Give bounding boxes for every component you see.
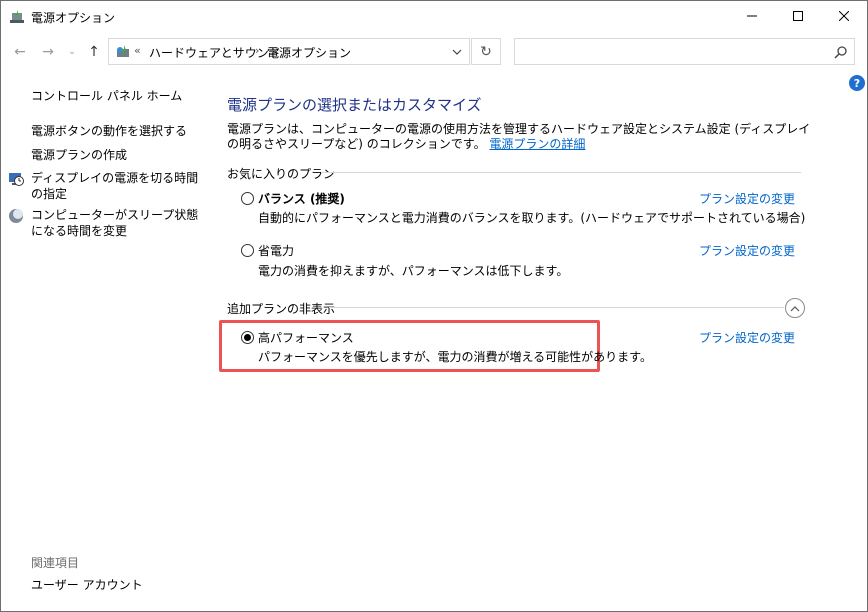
related-heading: 関連項目 [31,556,80,570]
breadcrumb-power-options[interactable]: 電源オプション [267,44,351,61]
up-button[interactable]: ↑ [84,42,104,62]
change-plan-settings-balanced[interactable]: プラン設定の変更 [699,190,795,207]
plan-radio-balanced[interactable] [241,192,254,205]
sidebar-item-power-button-action[interactable]: 電源ボタンの動作を選択する [31,123,187,139]
minimize-button[interactable] [729,1,775,32]
breadcrumb-separator[interactable]: › [255,44,259,57]
plan-desc-power-saver: 電力の消費を抑えますが、パフォーマンスは低下します。 [258,264,569,278]
sidebar-control-panel-home[interactable]: コントロール パネル ホーム [31,88,182,104]
window-title: 電源オプション [31,11,116,25]
forward-button[interactable]: → [38,42,58,62]
power-options-window: 電源オプション ← → ⌄ ↑ « ハードウェアとサウンド › 電源オプション … [0,0,868,612]
divider [321,172,801,173]
plan-radio-high-performance[interactable] [241,331,254,344]
plan-name-balanced[interactable]: バランス (推奨) [258,190,345,207]
chevron-up-icon [790,301,800,315]
display-clock-icon [8,171,24,187]
sidebar-item-create-power-plan[interactable]: 電源プランの作成 [31,147,127,163]
sleep-moon-icon [8,208,24,224]
maximize-button[interactable] [775,1,821,32]
refresh-icon: ↻ [480,43,492,60]
plan-desc-balanced: 自動的にパフォーマンスと電力消費のバランスを取ります。(ハードウェアでサポートさ… [258,211,806,225]
power-options-icon [9,9,25,25]
plan-name-power-saver[interactable]: 省電力 [258,242,294,259]
change-plan-settings-power-saver[interactable]: プラン設定の変更 [699,242,795,259]
arrow-up-icon: ↑ [88,44,100,60]
arrow-left-icon: ← [14,44,26,60]
chevron-down-icon: ⌄ [68,47,76,57]
control-panel-icon [115,44,131,60]
breadcrumb-hardware-and-sound[interactable]: ハードウェアとサウンド [149,44,281,61]
minimize-icon [747,10,757,24]
chevron-down-icon [452,44,462,58]
page-title: 電源プランの選択またはカスタマイズ [227,96,482,114]
change-plan-settings-high-performance[interactable]: プラン設定の変更 [699,329,795,346]
title-bar: 電源オプション [1,1,867,32]
maximize-icon [793,10,803,24]
plan-name-high-performance[interactable]: 高パフォーマンス [258,329,354,346]
address-bar[interactable]: « ハードウェアとサウンド › 電源オプション [108,38,470,65]
divider [329,307,784,308]
close-icon [838,10,850,24]
back-button[interactable]: ← [10,42,30,62]
collapse-hidden-plans-button[interactable] [785,298,805,318]
address-dropdown-button[interactable] [449,43,465,59]
breadcrumb-overflow[interactable]: « [134,44,141,57]
power-plan-details-link[interactable]: 電源プランの詳細 [489,137,585,151]
favorites-heading: お気に入りのプラン [227,167,336,181]
related-link-user-accounts[interactable]: ユーザー アカウント [31,577,143,593]
sidebar-item-display-off-time[interactable]: ディスプレイの電源を切る時間の指定 [31,170,206,202]
search-icon [834,45,848,59]
close-button[interactable] [821,1,867,32]
refresh-button[interactable]: ↻ [471,38,501,65]
page-description: 電源プランは、コンピューターの電源の使用方法を管理するハードウェア設定とシステム… [227,122,817,152]
navigation-bar: ← → ⌄ ↑ « ハードウェアとサウンド › 電源オプション ↻ [1,32,867,72]
plan-radio-power-saver[interactable] [241,244,254,257]
plan-desc-high-performance: パフォーマンスを優先しますが、電力の消費が増える可能性があります。 [258,350,652,364]
arrow-right-icon: → [42,44,54,60]
search-box[interactable] [514,38,855,65]
sidebar-item-sleep-time[interactable]: コンピューターがスリープ状態になる時間を変更 [31,207,206,239]
recent-locations-button[interactable]: ⌄ [62,42,82,62]
hidden-plans-heading: 追加プランの非表示 [227,302,336,316]
help-button[interactable]: ? [849,75,865,91]
